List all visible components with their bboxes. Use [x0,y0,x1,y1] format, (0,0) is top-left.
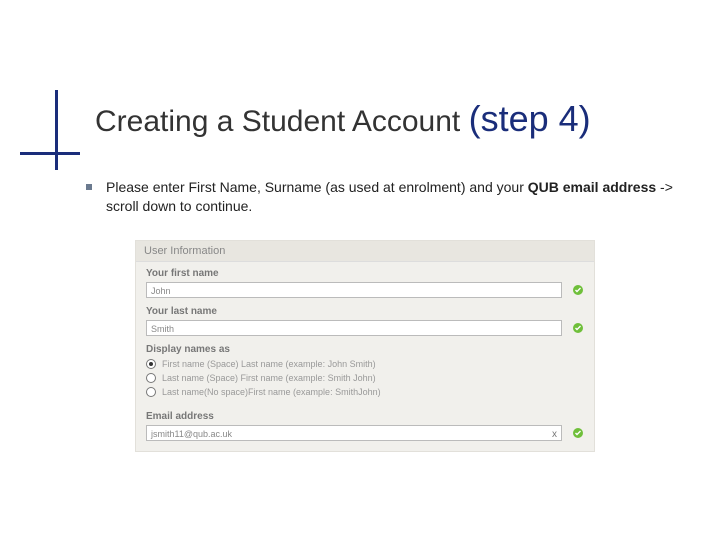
radio-option-2[interactable]: Last name (Space) First name (example: S… [146,373,584,383]
slide-title: Creating a Student Account (step 4) [95,98,591,140]
instruction-bullet: Please enter First Name, Surname (as use… [86,178,690,216]
clear-x-icon[interactable]: x [552,427,557,443]
check-icon [572,322,584,334]
email-label: Email address [146,411,584,422]
radio-label: Last name(No space)First name (example: … [162,387,381,397]
user-info-header: User Information [136,241,594,262]
radio-option-3[interactable]: Last name(No space)First name (example: … [146,387,584,397]
email-input[interactable]: jsmith11@qub.ac.uk x [146,425,562,441]
radio-label: Last name (Space) First name (example: S… [162,373,376,383]
bullet-square-icon [86,184,92,190]
last-name-input[interactable]: Smith [146,320,562,336]
display-names-block: Display names as First name (Space) Last… [136,338,594,405]
accent-vertical-bar [55,90,58,170]
form-screenshot-panel: User Information Your first name John Yo… [135,240,595,452]
radio-icon [146,387,156,397]
email-block: Email address jsmith11@qub.ac.uk x [136,405,594,451]
title-main: Creating a Student Account [95,105,469,138]
title-step: (step 4) [469,98,591,139]
first-name-input[interactable]: John [146,282,562,298]
email-value: jsmith11@qub.ac.uk [151,429,232,439]
accent-horizontal-bar [20,152,80,155]
display-names-label: Display names as [146,344,584,355]
radio-icon [146,359,156,369]
last-name-label: Your last name [146,306,584,317]
check-icon [572,427,584,439]
last-name-block: Your last name Smith [136,300,594,338]
instruction-text: Please enter First Name, Surname (as use… [106,178,690,216]
check-icon [572,284,584,296]
radio-icon [146,373,156,383]
radio-label: First name (Space) Last name (example: J… [162,359,376,369]
instruction-pre: Please enter First Name, Surname (as use… [106,179,528,195]
first-name-block: Your first name John [136,262,594,300]
instruction-bold: QUB email address [528,179,656,195]
first-name-label: Your first name [146,268,584,279]
radio-option-1[interactable]: First name (Space) Last name (example: J… [146,359,584,369]
